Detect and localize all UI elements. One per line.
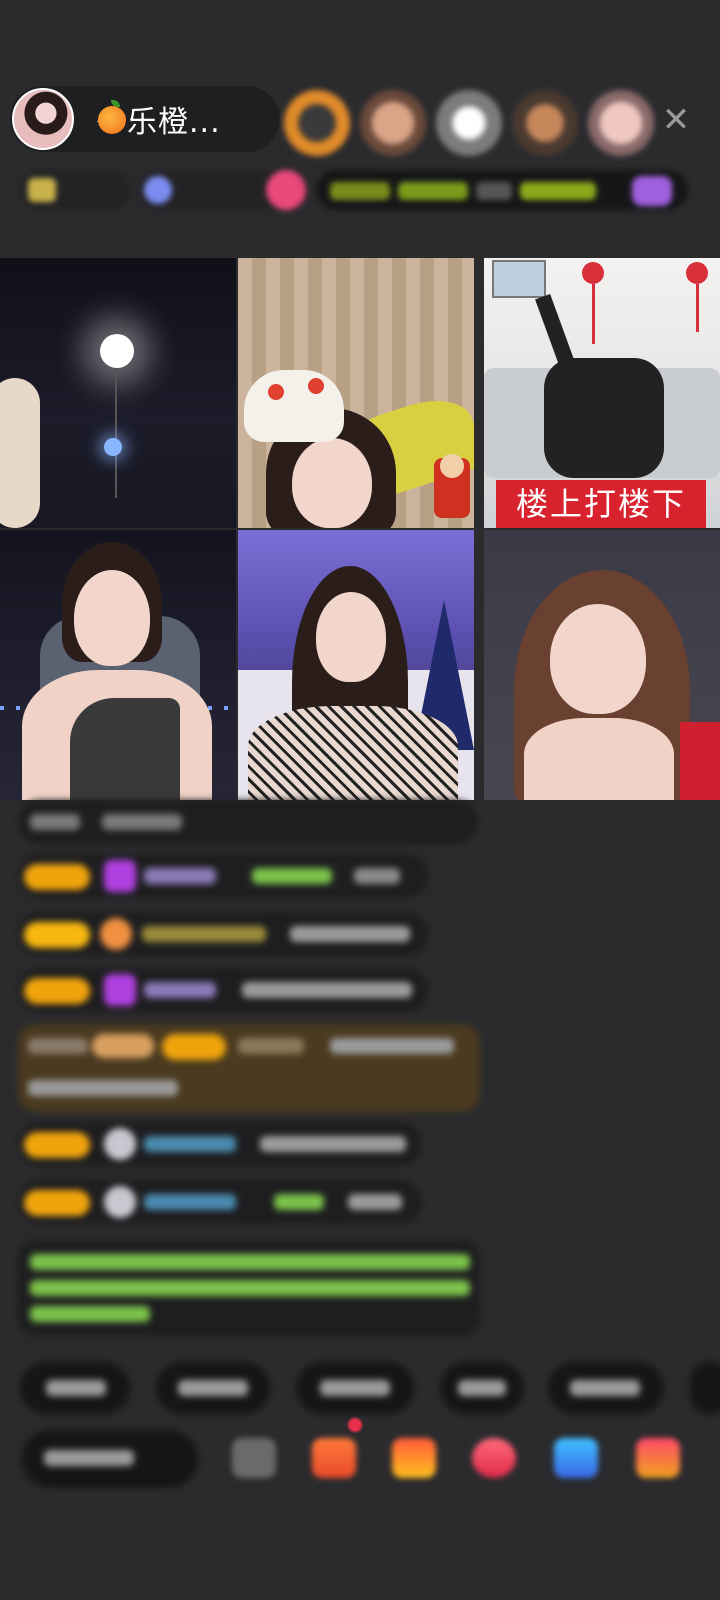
- viewer-avatar[interactable]: [512, 90, 578, 156]
- red-packet-icon[interactable]: [392, 1438, 436, 1478]
- chat-bubble-icon[interactable]: [472, 1438, 516, 1478]
- system-notice: [18, 1240, 480, 1336]
- video-tile-2[interactable]: [238, 258, 474, 528]
- video-tile-3[interactable]: 楼上打楼下: [484, 258, 720, 528]
- quick-reply-button[interactable]: [156, 1362, 270, 1414]
- host-pill[interactable]: ～乐橙...: [10, 86, 280, 152]
- host-avatar[interactable]: [12, 88, 74, 150]
- room-info-strip[interactable]: [20, 170, 688, 214]
- quick-reply-button[interactable]: [296, 1362, 414, 1414]
- notification-badge: [348, 1418, 362, 1432]
- quick-reply-button[interactable]: [440, 1362, 524, 1414]
- chat-message[interactable]: [18, 1122, 422, 1166]
- viewer-avatar-row[interactable]: [284, 86, 654, 160]
- multi-guest-video-grid: 楼上打楼下: [0, 258, 720, 802]
- gift-box-icon[interactable]: [312, 1438, 356, 1478]
- chat-message[interactable]: [18, 968, 428, 1012]
- chat-message[interactable]: [18, 912, 428, 956]
- orange-icon: [98, 100, 126, 134]
- chat-message[interactable]: [18, 800, 478, 844]
- quick-reply-button[interactable]: [690, 1362, 720, 1414]
- gift-icon[interactable]: [636, 1438, 680, 1478]
- video-tile-4[interactable]: [0, 530, 236, 800]
- video-tile-5[interactable]: [238, 530, 474, 800]
- viewer-avatar[interactable]: [360, 90, 426, 156]
- viewer-avatar[interactable]: [284, 90, 350, 156]
- quick-reply-button[interactable]: [20, 1362, 130, 1414]
- game-icon[interactable]: [554, 1438, 598, 1478]
- quick-reply-button[interactable]: [548, 1362, 664, 1414]
- close-icon[interactable]: ✕: [658, 100, 694, 140]
- video-tile-1[interactable]: [0, 258, 236, 528]
- chat-message[interactable]: [18, 854, 428, 898]
- pk-banner: 楼上打楼下: [496, 480, 706, 528]
- menu-icon[interactable]: [232, 1438, 276, 1478]
- chat-message-highlight[interactable]: [18, 1024, 480, 1112]
- chat-message[interactable]: [18, 1180, 422, 1224]
- viewer-avatar[interactable]: [436, 90, 502, 156]
- viewer-avatar[interactable]: [588, 90, 654, 156]
- comment-input[interactable]: [22, 1430, 198, 1488]
- video-tile-6[interactable]: [484, 530, 720, 800]
